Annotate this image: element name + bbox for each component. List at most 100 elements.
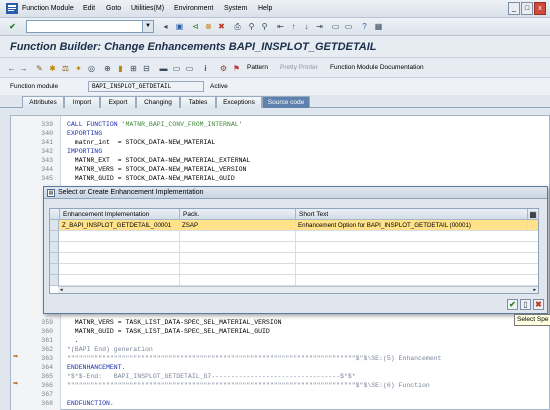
create-icon[interactable]: ▯ (520, 299, 531, 310)
customize-layout-icon[interactable]: ▦ (373, 21, 384, 32)
find-icon[interactable]: ⚲ (246, 21, 257, 32)
enhance-icon[interactable]: ⚙ (218, 63, 229, 74)
table-row-empty (50, 242, 538, 253)
enhancement-table: Enhancement Implementation Pack. Short T… (49, 208, 539, 294)
maximize-button[interactable]: □ (521, 2, 533, 15)
horizontal-scrollbar[interactable]: ◂ ▸ (58, 286, 538, 293)
row-selector[interactable] (50, 220, 59, 231)
empty-cell (180, 275, 296, 286)
stop-icon[interactable]: ▬ (158, 63, 169, 74)
info-icon[interactable]: i (200, 63, 211, 74)
forward-arrow-icon[interactable]: → (18, 63, 29, 74)
minimize-button[interactable]: _ (508, 2, 520, 15)
column-header[interactable]: Enhancement Implementation (60, 209, 180, 220)
test-icon[interactable]: ◎ (86, 63, 97, 74)
dialog-title: Select or Create Enhancement Implementat… (58, 189, 204, 196)
empty-cell (180, 253, 296, 264)
table-cell: Enhancement Option for BAPI_INSPLOT_GETD… (296, 220, 528, 231)
exit-icon[interactable]: ⊗ (203, 21, 214, 32)
table-row-empty (50, 231, 538, 242)
menu-goto[interactable]: Goto (106, 5, 121, 12)
object-list-icon[interactable]: ▮ (115, 63, 126, 74)
activate-icon[interactable]: ✦ (73, 63, 84, 74)
code-line: """"""""""""""""""""""""""""""""""""""""… (67, 382, 430, 389)
column-settings-icon[interactable]: ▦ (528, 209, 539, 220)
tab-attributes[interactable]: Attributes (22, 96, 64, 108)
table-row[interactable]: Z_BAPI_INSPLOT_GETDETAIL_00001 ZSAP Enha… (50, 220, 538, 231)
hierarchy-icon[interactable]: ⊟ (141, 63, 152, 74)
chevron-down-icon[interactable]: ▼ (142, 21, 153, 32)
menu-help[interactable]: Help (258, 5, 272, 12)
where-used-icon[interactable]: ⊕ (102, 63, 113, 74)
navigation-window-icon[interactable]: ⊞ (128, 63, 139, 74)
code-line: . (67, 337, 79, 344)
code-line: """"""""""""""""""""""""""""""""""""""""… (67, 355, 442, 362)
new-session-icon[interactable]: ▭ (330, 21, 341, 32)
menu-bar: Function Module Edit Goto Utilities(M) E… (0, 0, 550, 18)
breakpoint-icon[interactable]: ▭ (171, 63, 182, 74)
table-row-empty (50, 253, 538, 264)
line-number: 340 (41, 130, 53, 137)
row-selector (50, 231, 59, 242)
check-icon[interactable]: ⚖ (60, 63, 71, 74)
cancel-icon[interactable]: ✖ (533, 299, 544, 310)
enhancement-icon[interactable]: ⚑ (231, 63, 242, 74)
select-all-corner[interactable] (50, 209, 60, 220)
back-arrow-icon[interactable]: ← (6, 63, 17, 74)
dialog-footer: ✔ ▯ ✖ (44, 295, 547, 313)
tab-export[interactable]: Export (100, 96, 136, 108)
tab-changing[interactable]: Changing (136, 96, 180, 108)
other-object-icon[interactable]: ✱ (47, 63, 58, 74)
menu-environment[interactable]: Environment (174, 5, 213, 12)
title-bar: Function Builder: Change Enhancements BA… (0, 36, 550, 58)
command-field[interactable]: ▼ (26, 20, 154, 33)
menu-utilities[interactable]: Utilities(M) (131, 5, 164, 12)
code-line: MATNR_EXT = STOCK_DATA-NEW_MATERIAL_EXTE… (67, 157, 251, 164)
menu-edit[interactable]: Edit (83, 5, 95, 12)
sap-app-icon[interactable] (6, 3, 18, 14)
scroll-right-icon[interactable]: ▸ (533, 287, 536, 293)
print-icon[interactable]: ⎙ (232, 21, 243, 32)
page-title: Function Builder: Change Enhancements BA… (10, 41, 377, 53)
first-page-icon[interactable]: ⇤ (275, 21, 286, 32)
row-selector (50, 264, 59, 275)
line-number: 341 (41, 139, 53, 146)
code-line: matnr_int = STOCK_DATA-NEW_MATERIAL (67, 139, 216, 146)
table-cell: Z_BAPI_INSPLOT_GETDETAIL_00001 (60, 220, 180, 231)
empty-cell (60, 275, 180, 286)
help-icon[interactable]: ? (359, 21, 370, 32)
confirm-icon[interactable]: ✔ (507, 299, 518, 310)
scroll-left-icon[interactable]: ◂ (60, 287, 63, 293)
find-next-icon[interactable]: ⚲ (259, 21, 270, 32)
cancel-icon[interactable]: ✖ (216, 21, 227, 32)
fm-documentation-button[interactable]: Function Module Documentation (330, 64, 424, 71)
pattern-button[interactable]: Pattern (247, 64, 268, 71)
close-button[interactable]: x (534, 2, 546, 15)
tab-import[interactable]: Import (64, 96, 100, 108)
tab-tables[interactable]: Tables (180, 96, 216, 108)
tab-source-code[interactable]: Source code (262, 96, 310, 108)
code-line: ENDFUNCTION. (67, 400, 114, 407)
save-icon[interactable]: ▣ (174, 21, 185, 32)
row-selector (50, 253, 59, 264)
menu-function-module[interactable]: Function Module (22, 5, 74, 12)
history-icon[interactable]: ◂ (160, 21, 171, 32)
column-header[interactable]: Pack. (180, 209, 296, 220)
next-page-icon[interactable]: ↓ (301, 21, 312, 32)
line-number: 360 (41, 328, 53, 335)
last-page-icon[interactable]: ⇥ (314, 21, 325, 32)
previous-page-icon[interactable]: ↑ (288, 21, 299, 32)
line-number: 367 (41, 391, 53, 398)
back-icon[interactable]: ⊲ (190, 21, 201, 32)
line-number: 344 (41, 166, 53, 173)
menu-system[interactable]: System (224, 5, 247, 12)
tab-exceptions[interactable]: Exceptions (216, 96, 262, 108)
watchpoint-icon[interactable]: ▭ (184, 63, 195, 74)
application-toolbar: ← → ✎ ✱ ⚖ ✦ ◎ ⊕ ▮ ⊞ ⊟ ▬ ▭ ▭ i ⚙ ⚑ Patter… (0, 58, 550, 78)
display-change-icon[interactable]: ✎ (34, 63, 45, 74)
enter-icon[interactable]: ✔ (7, 21, 18, 32)
table-cell: ZSAP (180, 220, 296, 231)
shortcut-icon[interactable]: ▭ (343, 21, 354, 32)
column-header[interactable]: Short Text (296, 209, 528, 220)
row-selector (50, 275, 59, 286)
